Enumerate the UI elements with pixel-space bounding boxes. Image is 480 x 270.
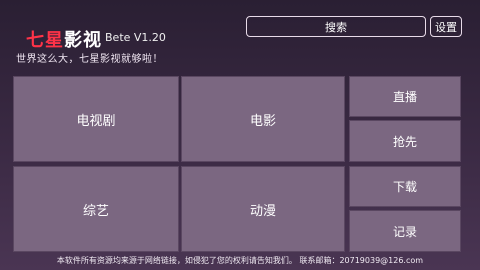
sidebar-item-download[interactable]: 下载	[349, 166, 461, 207]
sidebar-item-preview[interactable]: 抢先	[349, 120, 461, 162]
tile-anime[interactable]: 动漫	[181, 166, 345, 252]
app-title-part1: 七星	[26, 30, 64, 51]
app-version: Bete V1.20	[105, 31, 166, 44]
app-logo: 七星影视	[26, 26, 102, 52]
sidebar-item-live[interactable]: 直播	[349, 76, 461, 117]
tile-variety[interactable]: 综艺	[13, 166, 179, 252]
tile-movies[interactable]: 电影	[181, 76, 345, 162]
app-title: 七星影视	[26, 26, 102, 52]
search-button[interactable]: 搜索	[246, 16, 426, 37]
sidebar-item-history[interactable]: 记录	[349, 210, 461, 252]
footer-notice: 本软件所有资源均来源于网络链接，如侵犯了您的权利请告知我们。 联系邮箱：2071…	[56, 256, 424, 265]
tile-tv-series[interactable]: 电视剧	[13, 76, 179, 162]
settings-button[interactable]: 设置	[430, 16, 462, 37]
app-title-part2: 影视	[64, 30, 102, 51]
app-slogan: 世界这么大，七星影视就够啦！	[16, 54, 163, 65]
